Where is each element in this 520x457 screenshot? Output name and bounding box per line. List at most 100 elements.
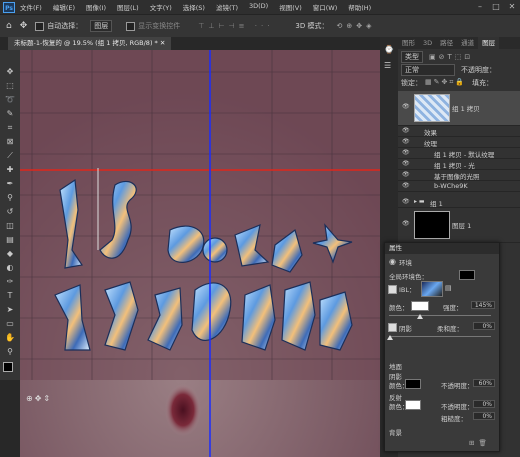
panel-tab[interactable]: 通道 — [457, 37, 478, 49]
visibility-eye-icon[interactable]: 👁 — [402, 160, 410, 167]
shadow-checkbox[interactable] — [388, 323, 397, 332]
align-icons[interactable]: ⊤⊥⊢⊣≡ ··· — [198, 22, 273, 30]
layer-row[interactable]: 👁 基于图像的光照 — [398, 170, 520, 181]
minimize-icon[interactable]: – — [472, 0, 488, 14]
blend-mode-dropdown[interactable]: 正常 — [401, 63, 455, 76]
panel-tab[interactable]: 图层 — [478, 37, 500, 49]
crop-tool-icon[interactable]: ⌗ — [4, 122, 16, 134]
panel-tab[interactable]: 3D — [419, 37, 436, 49]
ibl-folder-icon[interactable]: ▤ — [445, 284, 452, 292]
clone-stamp-tool-icon[interactable]: ⚲ — [4, 192, 16, 204]
layer-name: 组 1 — [430, 200, 443, 208]
menu-item[interactable]: 3D(D) — [249, 2, 268, 12]
layer-row[interactable]: 👁 组 1 拷贝 — [398, 91, 520, 126]
visibility-eye-icon[interactable]: 👁 — [402, 103, 410, 110]
visibility-eye-icon[interactable]: 👁 — [402, 171, 410, 178]
history-panel-icon[interactable]: ⌚ — [384, 45, 394, 54]
auto-select-checkbox[interactable]: 自动选择： — [35, 21, 82, 31]
layer-row[interactable]: 👁 ▸ ▬ 组 1 — [398, 197, 520, 208]
folder-icon[interactable]: ▸ ▬ — [414, 198, 425, 205]
layer-row[interactable]: 👁 效果 — [398, 126, 520, 137]
menu-item[interactable]: 窗口(W) — [313, 2, 338, 12]
panel-tab[interactable]: 路径 — [436, 37, 457, 49]
move-tool-icon[interactable]: ✥ — [4, 66, 16, 78]
maximize-icon[interactable]: □ — [488, 0, 504, 14]
frame-tool-icon[interactable]: ⊠ — [4, 136, 16, 148]
tab-close-icon[interactable]: ✕ — [160, 39, 165, 47]
layer-row[interactable]: 👁 纹理 — [398, 137, 520, 148]
menu-item[interactable]: 滤镜(T) — [216, 2, 238, 12]
brush-tool-icon[interactable]: ✒ — [4, 178, 16, 190]
softness-slider-knob[interactable] — [387, 335, 393, 340]
ground-shadow-swatch[interactable] — [405, 379, 421, 389]
layer-row[interactable]: 👁 组 1 拷贝 - 光 — [398, 159, 520, 170]
menu-item[interactable]: 文件(F) — [20, 2, 42, 12]
layer-row[interactable]: 👁 图层 1 — [398, 208, 520, 243]
environment-tab[interactable]: 环境 — [399, 257, 412, 267]
shape-tool-icon[interactable]: ▭ — [4, 318, 16, 330]
zoom-tool-icon[interactable]: ⚲ — [4, 346, 16, 358]
transform-controls-checkbox[interactable]: 显示变换控件 — [126, 21, 180, 31]
lock-icons[interactable]: ▦✎✥⌗🔒 — [425, 78, 466, 87]
ground-opacity-value[interactable]: 60% — [473, 379, 495, 387]
global-color-swatch[interactable] — [459, 270, 475, 280]
panel-footer-icons[interactable]: ⊞🗑 — [469, 439, 491, 447]
move-tool-icon[interactable]: ✥ — [20, 21, 28, 31]
marquee-tool-icon[interactable]: ⬚ — [4, 80, 16, 92]
ibl-thumbnail[interactable] — [421, 281, 443, 297]
visibility-eye-icon[interactable]: 👁 — [402, 138, 410, 145]
color-swatch[interactable] — [411, 301, 429, 311]
ground-label: 地面 — [389, 363, 402, 371]
foreground-color-swatch[interactable] — [3, 362, 13, 372]
visibility-eye-icon[interactable]: 👁 — [402, 220, 410, 227]
visibility-eye-icon[interactable]: 👁 — [402, 149, 410, 156]
document-tab[interactable]: 未标题-1-恢复的 @ 19.5% (组 1 拷贝, RGB/8) * ✕ — [8, 37, 172, 50]
panel-tab[interactable]: 图形 — [398, 37, 419, 49]
reflection-opacity-value[interactable]: 0% — [473, 400, 495, 408]
visibility-eye-icon[interactable]: 👁 — [402, 198, 410, 205]
pen-tool-icon[interactable]: ✑ — [4, 276, 16, 288]
quick-select-tool-icon[interactable]: ✎ — [4, 108, 16, 120]
dodge-tool-icon[interactable]: ◐ — [4, 262, 16, 274]
roughness-value[interactable]: 0% — [473, 412, 495, 420]
properties-panel-icon[interactable]: ☰ — [384, 61, 391, 70]
3d-axis-widget[interactable]: ⊕✥⇕ — [26, 394, 52, 403]
document-canvas[interactable]: ⊕✥⇕ — [20, 50, 380, 457]
filter-icons[interactable]: ▣⊘T⬚⊡ — [429, 53, 473, 61]
home-icon[interactable]: ⌂ — [6, 21, 12, 31]
gradient-tool-icon[interactable]: ▤ — [4, 234, 16, 246]
blur-tool-icon[interactable]: ◆ — [4, 248, 16, 260]
eyedropper-tool-icon[interactable]: ⟋ — [4, 150, 16, 162]
softness-slider-track[interactable] — [389, 336, 491, 337]
path-select-tool-icon[interactable]: ➤ — [4, 304, 16, 316]
menu-item[interactable]: 视图(V) — [279, 2, 302, 12]
hand-tool-icon[interactable]: ✋ — [4, 332, 16, 344]
auto-select-dropdown[interactable]: 图层 — [90, 20, 113, 32]
menu-item[interactable]: 图像(I) — [86, 2, 106, 12]
menu-item[interactable]: 编辑(E) — [53, 2, 75, 12]
intensity-slider-knob[interactable] — [416, 314, 423, 319]
menu-item[interactable]: 图层(L) — [117, 2, 139, 12]
layer-filter-dropdown[interactable]: 类型 — [401, 50, 423, 63]
reflection-swatch[interactable] — [405, 400, 421, 410]
softness-value[interactable]: 0% — [473, 322, 495, 330]
menu-bar: Ps 文件(F) 编辑(E) 图像(I) 图层(L) 文字(Y) 选择(S) 滤镜(T) 3D… — [0, 0, 520, 14]
history-brush-tool-icon[interactable]: ↺ — [4, 206, 16, 218]
mode3d-icons[interactable]: ⟲⊕✥◈ — [337, 22, 376, 30]
menu-item[interactable]: 帮助(H) — [348, 2, 371, 12]
ibl-checkbox[interactable] — [388, 285, 397, 294]
layer-row[interactable]: 👁 组 1 拷贝 - 默认纹理 — [398, 148, 520, 159]
lasso-tool-icon[interactable]: ➰ — [4, 94, 16, 106]
type-tool-icon[interactable]: T — [4, 290, 16, 302]
healing-brush-tool-icon[interactable]: ✚ — [4, 164, 16, 176]
document-tabbar: 未标题-1-恢复的 @ 19.5% (组 1 拷贝, RGB/8) * ✕ — [0, 37, 380, 50]
visibility-eye-icon[interactable]: 👁 — [402, 182, 410, 189]
layer-row[interactable]: 👁 b-WChe9K — [398, 181, 520, 192]
menu-item[interactable]: 选择(S) — [183, 2, 205, 12]
visibility-eye-icon[interactable]: 👁 — [402, 127, 410, 134]
close-icon[interactable]: ✕ — [504, 0, 520, 14]
intensity-slider-track[interactable] — [389, 315, 491, 316]
eraser-tool-icon[interactable]: ◫ — [4, 220, 16, 232]
menu-item[interactable]: 文字(Y) — [150, 2, 172, 12]
intensity-value[interactable]: 145% — [471, 301, 495, 309]
